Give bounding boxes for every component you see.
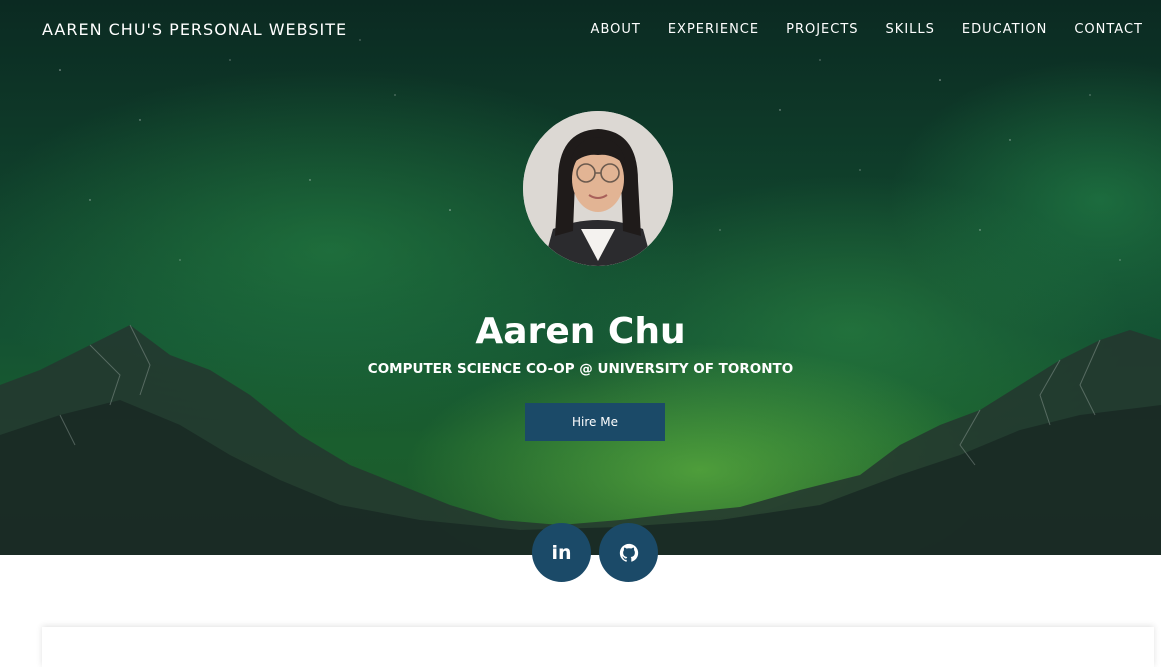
nav-link-about[interactable]: ABOUT — [591, 22, 641, 37]
hire-me-button[interactable]: Hire Me — [525, 403, 665, 441]
top-navigation: ABOUT EXPERIENCE PROJECTS SKILLS EDUCATI… — [564, 22, 1143, 37]
about-section-card — [42, 627, 1154, 667]
github-icon — [619, 543, 638, 562]
nav-link-skills[interactable]: SKILLS — [886, 22, 935, 37]
github-button[interactable] — [599, 523, 658, 582]
nav-link-projects[interactable]: PROJECTS — [786, 22, 858, 37]
nav-link-contact[interactable]: CONTACT — [1074, 22, 1143, 37]
profile-photo-illustration — [523, 111, 673, 266]
profile-subtitle: COMPUTER SCIENCE CO-OP @ UNIVERSITY OF T… — [367, 361, 794, 377]
nav-link-experience[interactable]: EXPERIENCE — [668, 22, 759, 37]
nav-link-education[interactable]: EDUCATION — [962, 22, 1047, 37]
profile-name: Aaren Chu — [475, 311, 686, 352]
site-brand-link[interactable]: AAREN CHU'S PERSONAL WEBSITE — [42, 20, 347, 39]
linkedin-icon: in — [551, 541, 572, 564]
linkedin-button[interactable]: in — [532, 523, 591, 582]
profile-avatar — [523, 111, 673, 266]
hero-section: AAREN CHU'S PERSONAL WEBSITE ABOUT EXPER… — [0, 0, 1161, 555]
